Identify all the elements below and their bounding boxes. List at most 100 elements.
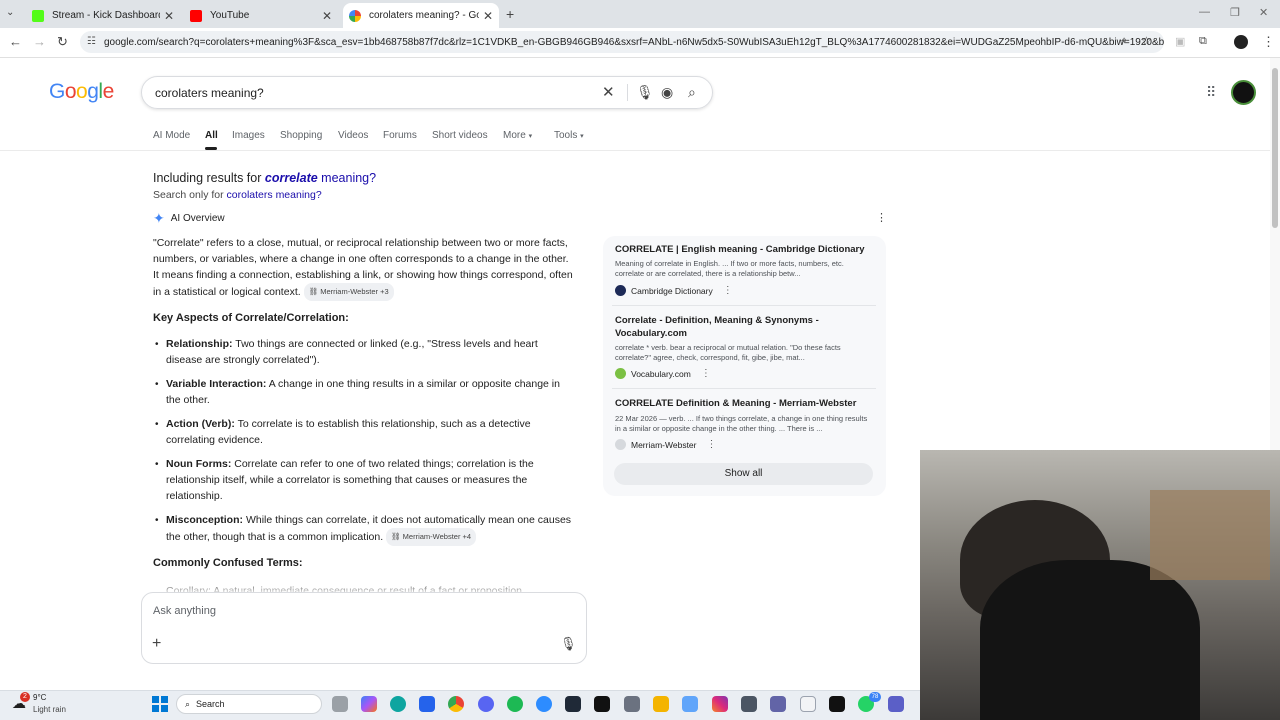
zoom-icon[interactable] (536, 696, 552, 712)
mic-icon[interactable]: 🎙 (560, 636, 577, 652)
more-options-icon[interactable]: ⋮ (707, 439, 717, 450)
menu-kebab-icon[interactable]: ⋮ (1262, 34, 1275, 50)
source-site[interactable]: Merriam-Webster ⋮ (615, 439, 717, 450)
gemini-sparkle-icon: ✦ (153, 210, 165, 226)
copilot-icon[interactable] (361, 696, 377, 712)
address-bar[interactable]: ☷ google.com/search?q=corolaters+meaning… (80, 31, 1164, 53)
source-title[interactable]: CORRELATE | English meaning - Cambridge … (615, 243, 875, 256)
ask-box[interactable] (141, 592, 587, 664)
discord-icon[interactable] (478, 696, 494, 712)
apps-grid-icon[interactable]: ⠿ (1206, 84, 1216, 101)
source-site[interactable]: Vocabulary.com ⋮ (615, 368, 711, 379)
lens-icon[interactable]: ◉ (661, 84, 673, 101)
bullet-dot: • (155, 419, 159, 430)
windows-tile (152, 696, 159, 703)
webcam-shelf (1150, 490, 1270, 580)
task-view-icon[interactable] (332, 696, 348, 712)
source-chip[interactable]: ⛓ Merriam-Webster +4 (386, 528, 477, 546)
google-logo[interactable]: Google (49, 80, 114, 104)
tab-short-videos[interactable]: Short videos (432, 130, 488, 141)
capcut-icon[interactable] (594, 696, 610, 712)
tab-youtube[interactable]: YouTube ✕ (184, 3, 338, 28)
vocabulary-icon (615, 368, 626, 379)
chrome-icon[interactable] (448, 696, 464, 712)
link-icon: ⛓ (391, 532, 401, 541)
mail-icon[interactable] (419, 696, 435, 712)
window-close-icon[interactable]: ✕ (1259, 6, 1268, 19)
extension-icon[interactable]: ▣ (1175, 35, 1185, 48)
mic-icon[interactable]: 🎙 (636, 84, 654, 101)
extensions-puzzle-icon[interactable]: ⧉ (1199, 35, 1207, 48)
list-item: Misconception: While things can correlat… (166, 512, 576, 546)
windows-start-icon[interactable] (152, 696, 168, 712)
spotify-icon[interactable] (507, 696, 523, 712)
new-tab-icon[interactable]: + (506, 6, 514, 22)
source-title[interactable]: Correlate - Definition, Meaning & Synony… (615, 314, 875, 340)
tab-images[interactable]: Images (232, 130, 265, 141)
app-icon[interactable] (829, 696, 845, 712)
youtube-icon (190, 9, 202, 22)
source-title[interactable]: CORRELATE Definition & Meaning - Merriam… (615, 397, 875, 410)
bullet-term: Noun Forms: (166, 458, 232, 470)
bullet-dot: • (155, 459, 159, 470)
list-item: Noun Forms: Correlate can refer to one o… (166, 456, 576, 504)
taskbar-search[interactable]: ⌕ Search (176, 694, 322, 714)
more-options-icon[interactable]: ⋮ (876, 211, 887, 224)
teams-icon[interactable] (770, 696, 786, 712)
file-explorer-icon[interactable] (653, 696, 669, 712)
google-icon (349, 9, 361, 22)
add-icon[interactable]: + (152, 635, 161, 653)
calculator-icon[interactable] (741, 696, 757, 712)
tab-google[interactable]: corolaters meaning? - Google S ✕ (343, 3, 499, 28)
calendar-icon[interactable] (682, 696, 698, 712)
search-only-prefix: Search only for (153, 189, 224, 201)
source-chip[interactable]: ⛓ Merriam-Webster +3 (303, 283, 394, 301)
tab-shopping[interactable]: Shopping (280, 130, 322, 141)
section-heading: Commonly Confused Terms: (153, 557, 303, 569)
edge-icon[interactable] (390, 696, 406, 712)
more-options-icon[interactable]: ⋮ (701, 368, 711, 379)
tab-ai-mode[interactable]: AI Mode (153, 130, 190, 141)
search-icon[interactable]: ⌕ (688, 84, 696, 101)
instagram-icon[interactable] (712, 696, 728, 712)
tools-button[interactable]: Tools ▾ (554, 130, 584, 141)
close-icon[interactable]: ✕ (483, 9, 493, 23)
restore-icon[interactable]: ❐ (1230, 6, 1240, 19)
tab-label: Stream - Kick Dashboard (52, 10, 160, 21)
app-icon[interactable] (624, 696, 640, 712)
site-info-icon[interactable]: ☷ (87, 36, 96, 47)
including-suffix[interactable]: meaning? (321, 171, 376, 185)
scrollbar-thumb[interactable] (1272, 68, 1278, 228)
close-icon[interactable]: ✕ (164, 9, 174, 23)
source-site[interactable]: Cambridge Dictionary ⋮ (615, 285, 733, 296)
ask-input[interactable]: Ask anything (153, 605, 216, 617)
reload-icon[interactable]: ↻ (57, 34, 68, 50)
show-all-button[interactable]: Show all (614, 463, 873, 485)
weather-temp[interactable]: 9°C (33, 693, 46, 702)
tab-search-dropdown-icon[interactable]: ⌄ (6, 7, 14, 18)
back-icon[interactable]: ← (9, 34, 22, 49)
original-query-link[interactable]: corolaters meaning? (227, 189, 322, 201)
forward-icon[interactable]: → (33, 34, 46, 49)
source-site-name: Cambridge Dictionary (631, 285, 713, 296)
windows-tile (152, 705, 159, 712)
minimize-icon[interactable]: — (1199, 6, 1210, 18)
weather-desc[interactable]: Light rain (33, 705, 66, 714)
clear-icon[interactable]: ✕ (602, 83, 615, 101)
tab-kick[interactable]: Stream - Kick Dashboard ✕ (26, 3, 180, 28)
teams-icon[interactable] (888, 696, 904, 712)
avatar[interactable] (1231, 80, 1256, 105)
tab-forums[interactable]: Forums (383, 130, 417, 141)
source-site-name: Vocabulary.com (631, 368, 691, 379)
tab-more[interactable]: More ▾ (503, 130, 532, 141)
more-options-icon[interactable]: ⋮ (723, 285, 733, 296)
tab-all[interactable]: All (205, 130, 218, 141)
corrected-term-link[interactable]: correlate (265, 171, 318, 185)
notepad-icon[interactable] (800, 696, 816, 712)
tab-videos[interactable]: Videos (338, 130, 368, 141)
close-icon[interactable]: ✕ (322, 9, 332, 23)
app-icon[interactable] (565, 696, 581, 712)
location-icon[interactable]: ⌖ (1121, 35, 1127, 48)
bookmark-star-icon[interactable]: ☆ (1141, 34, 1152, 48)
profile-avatar-icon[interactable] (1234, 35, 1248, 49)
